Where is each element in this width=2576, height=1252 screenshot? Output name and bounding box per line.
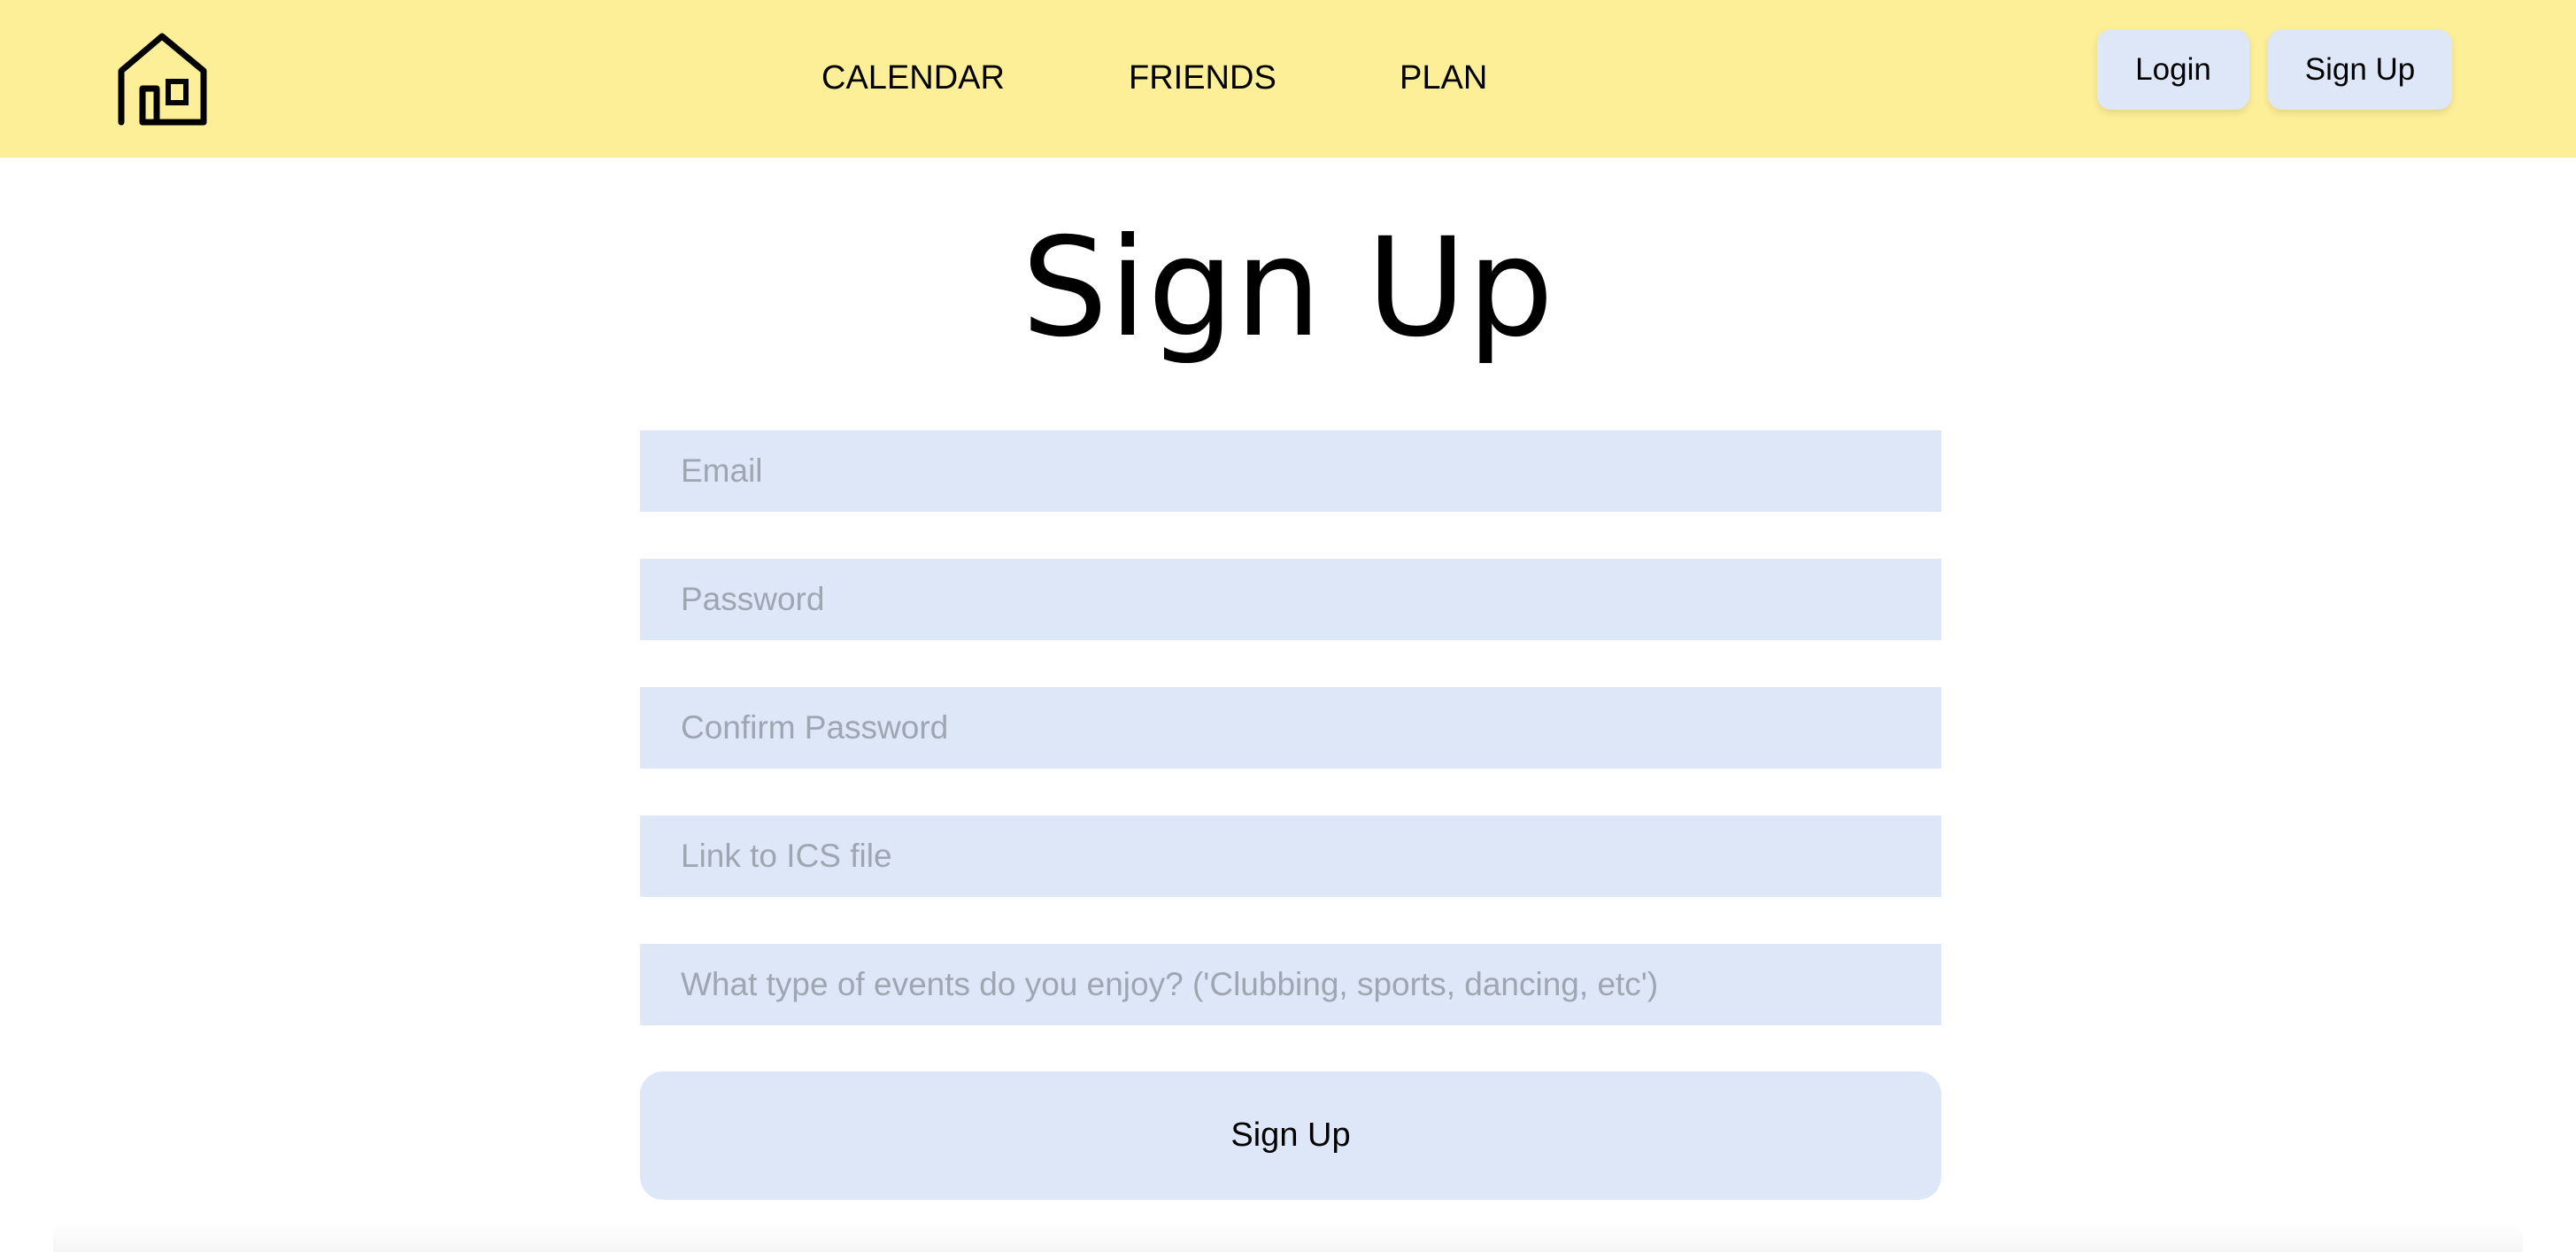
nav-link-friends[interactable]: FRIENDS <box>1129 57 1276 99</box>
email-field[interactable] <box>640 430 1941 512</box>
header-signup-button[interactable]: Sign Up <box>2268 29 2452 110</box>
nav-link-calendar[interactable]: CALENDAR <box>821 57 1005 99</box>
nav-link-plan[interactable]: PLAN <box>1400 57 1487 99</box>
footer-edge <box>53 1220 2523 1252</box>
page-title: Sign Up <box>1021 209 1555 367</box>
ics-link-field[interactable] <box>640 815 1941 897</box>
house-icon[interactable] <box>117 32 208 126</box>
login-button[interactable]: Login <box>2097 29 2249 110</box>
signup-submit-button[interactable]: Sign Up <box>640 1071 1941 1200</box>
confirm-password-field[interactable] <box>640 687 1941 769</box>
password-field[interactable] <box>640 559 1941 640</box>
top-navbar: CALENDAR FRIENDS PLAN Login Sign Up <box>0 0 2576 158</box>
event-preferences-field[interactable] <box>640 944 1941 1025</box>
